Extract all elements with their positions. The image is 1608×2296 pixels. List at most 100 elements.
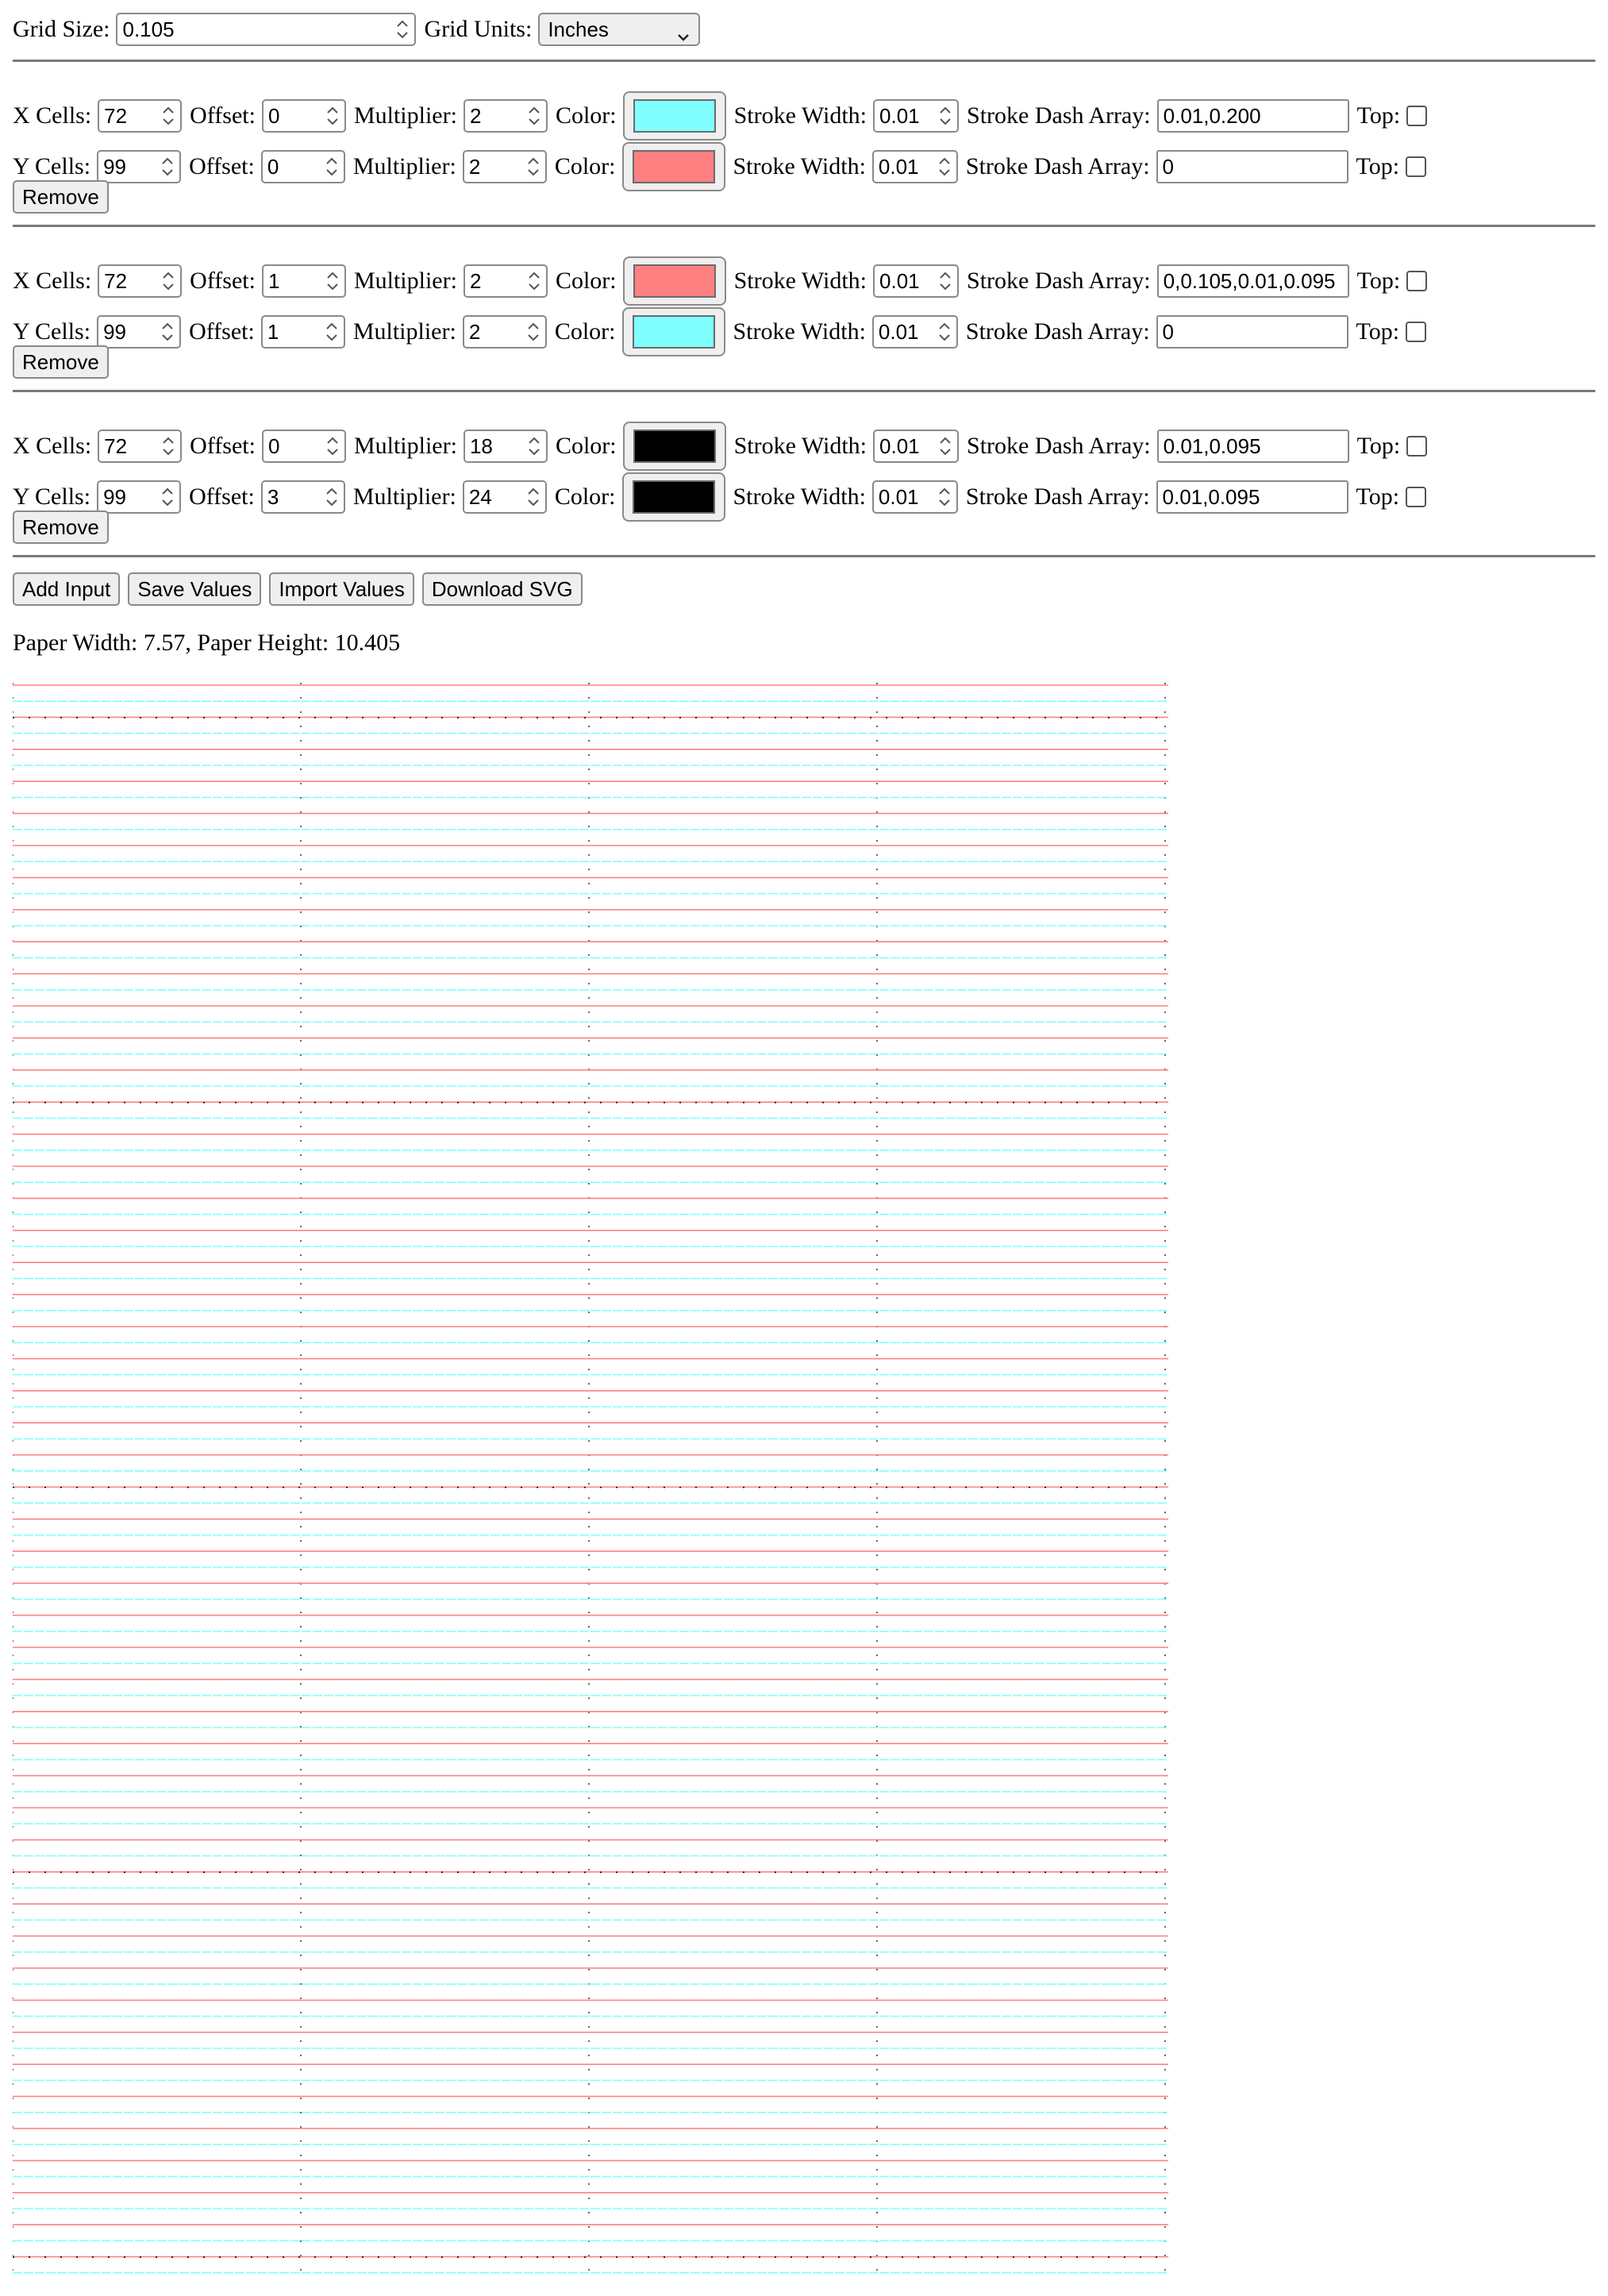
y-cells-input[interactable]: 99 — [97, 480, 182, 514]
stroke-dash-array-input[interactable]: 0 — [1156, 315, 1348, 349]
multiplier-input-value: 2 — [468, 155, 481, 179]
x-cells-label: X Cells: — [13, 268, 92, 294]
divider — [13, 555, 1595, 557]
multiplier-input-value: 24 — [468, 485, 492, 509]
stroke-dash-array-input[interactable]: 0 — [1156, 150, 1348, 183]
offset-input[interactable]: 0 — [260, 150, 345, 183]
top-checkbox[interactable] — [1406, 271, 1428, 291]
spinner-icon[interactable] — [525, 485, 542, 509]
spinner-icon[interactable] — [323, 155, 340, 179]
stroke-width-input[interactable]: 0.01 — [871, 480, 958, 514]
stroke-width-input[interactable]: 0.01 — [873, 264, 960, 298]
multiplier-label: Multiplier: — [352, 318, 456, 345]
multiplier-input[interactable]: 2 — [462, 315, 547, 349]
color-picker[interactable] — [621, 142, 725, 191]
top-checkbox[interactable] — [1406, 106, 1428, 126]
stroke-width-label: Stroke Width: — [733, 153, 866, 179]
spinner-icon[interactable] — [525, 104, 543, 128]
action-buttons: Add Input Save Values Import Values Down… — [13, 572, 590, 606]
grid-units-select[interactable]: Inches — [538, 13, 701, 46]
stroke-dash-array-label: Stroke Dash Array: — [967, 268, 1151, 294]
x-cells-input[interactable]: 72 — [98, 99, 183, 133]
stroke-dash-array-input[interactable]: 0.01,0.200 — [1156, 99, 1349, 133]
multiplier-input[interactable]: 2 — [463, 99, 548, 133]
color-picker[interactable] — [622, 256, 726, 306]
color-picker[interactable] — [622, 422, 726, 471]
top-checkbox[interactable] — [1406, 322, 1427, 342]
spinner-icon[interactable] — [525, 320, 542, 344]
spinner-icon[interactable] — [937, 104, 954, 128]
grid-size-input[interactable]: 0.105 — [116, 13, 417, 46]
spinner-icon[interactable] — [936, 155, 953, 179]
spinner-icon[interactable] — [160, 104, 177, 128]
stroke-width-input[interactable]: 0.01 — [873, 99, 960, 133]
color-picker[interactable] — [621, 307, 725, 356]
spinner-icon[interactable] — [324, 269, 341, 293]
color-picker[interactable] — [622, 91, 726, 141]
remove-button[interactable]: Remove — [13, 180, 109, 214]
top-checkbox[interactable] — [1406, 156, 1427, 177]
spinner-icon[interactable] — [324, 104, 341, 128]
spinner-icon[interactable] — [159, 320, 176, 344]
y-cells-input[interactable]: 99 — [97, 150, 182, 183]
stroke-width-input[interactable]: 0.01 — [871, 315, 958, 349]
offset-input[interactable]: 1 — [261, 264, 346, 298]
offset-input[interactable]: 3 — [260, 480, 345, 514]
divider — [13, 60, 1595, 62]
import-values-button[interactable]: Import Values — [269, 572, 414, 606]
offset-label: Offset: — [189, 483, 255, 510]
stroke-width-input[interactable]: 0.01 — [873, 430, 960, 463]
multiplier-label: Multiplier: — [352, 153, 456, 179]
spinner-icon[interactable] — [160, 434, 177, 458]
multiplier-input[interactable]: 24 — [462, 480, 547, 514]
y-cells-input-value: 99 — [103, 320, 126, 344]
multiplier-input[interactable]: 2 — [463, 264, 548, 298]
y-cells-input-value: 99 — [103, 155, 126, 179]
paper-info: Paper Width: 7.57, Paper Height: 10.405 — [13, 630, 400, 657]
remove-button[interactable]: Remove — [13, 345, 109, 379]
color-picker[interactable] — [621, 472, 725, 522]
multiplier-input[interactable]: 18 — [463, 430, 548, 463]
spinner-icon[interactable] — [323, 485, 340, 509]
save-values-button[interactable]: Save Values — [128, 572, 262, 606]
top-label: Top: — [1356, 433, 1401, 459]
x-cells-input[interactable]: 72 — [98, 264, 183, 298]
y-cells-input[interactable]: 99 — [97, 315, 182, 349]
spinner-icon[interactable] — [525, 269, 543, 293]
offset-input[interactable]: 0 — [261, 99, 346, 133]
stroke-dash-array-input[interactable]: 0,0.105,0.01,0.095 — [1156, 264, 1349, 298]
stroke-dash-array-label: Stroke Dash Array: — [967, 102, 1151, 129]
spinner-icon[interactable] — [324, 434, 341, 458]
stroke-dash-array-label: Stroke Dash Array: — [965, 153, 1150, 179]
spinner-icon[interactable] — [525, 155, 542, 179]
stroke-dash-array-input[interactable]: 0.01,0.095 — [1156, 480, 1348, 514]
spinner-icon[interactable] — [525, 434, 543, 458]
offset-input[interactable]: 1 — [260, 315, 345, 349]
x-cells-input[interactable]: 72 — [98, 430, 183, 463]
spinner-icon[interactable] — [159, 485, 176, 509]
remove-row: Remove — [13, 345, 117, 379]
spinner-icon[interactable] — [936, 485, 953, 509]
top-checkbox[interactable] — [1406, 487, 1427, 507]
stroke-dash-array-input[interactable]: 0.01,0.095 — [1156, 430, 1349, 463]
spinner-icon[interactable] — [394, 17, 411, 41]
add-input-button[interactable]: Add Input — [13, 572, 121, 606]
grid-units-label: Grid Units: — [424, 16, 533, 42]
stroke-width-input[interactable]: 0.01 — [871, 150, 958, 183]
multiplier-input-value: 2 — [469, 269, 482, 293]
offset-label: Offset: — [189, 318, 255, 345]
multiplier-input[interactable]: 2 — [462, 150, 547, 183]
spinner-icon[interactable] — [936, 320, 953, 344]
spinner-icon[interactable] — [160, 269, 177, 293]
remove-button[interactable]: Remove — [13, 510, 109, 544]
spinner-icon[interactable] — [323, 320, 340, 344]
spinner-icon[interactable] — [159, 155, 176, 179]
color-label: Color: — [555, 268, 617, 294]
spinner-icon[interactable] — [937, 269, 954, 293]
spinner-icon[interactable] — [937, 434, 954, 458]
stroke-width-input-value: 0.01 — [879, 269, 920, 293]
offset-input[interactable]: 0 — [261, 430, 346, 463]
x-axis-row: X Cells: 72 Offset: 1 Multiplier: 2 Color: Stro… — [13, 256, 1428, 306]
download-svg-button[interactable]: Download SVG — [421, 572, 583, 606]
top-checkbox[interactable] — [1406, 436, 1428, 457]
